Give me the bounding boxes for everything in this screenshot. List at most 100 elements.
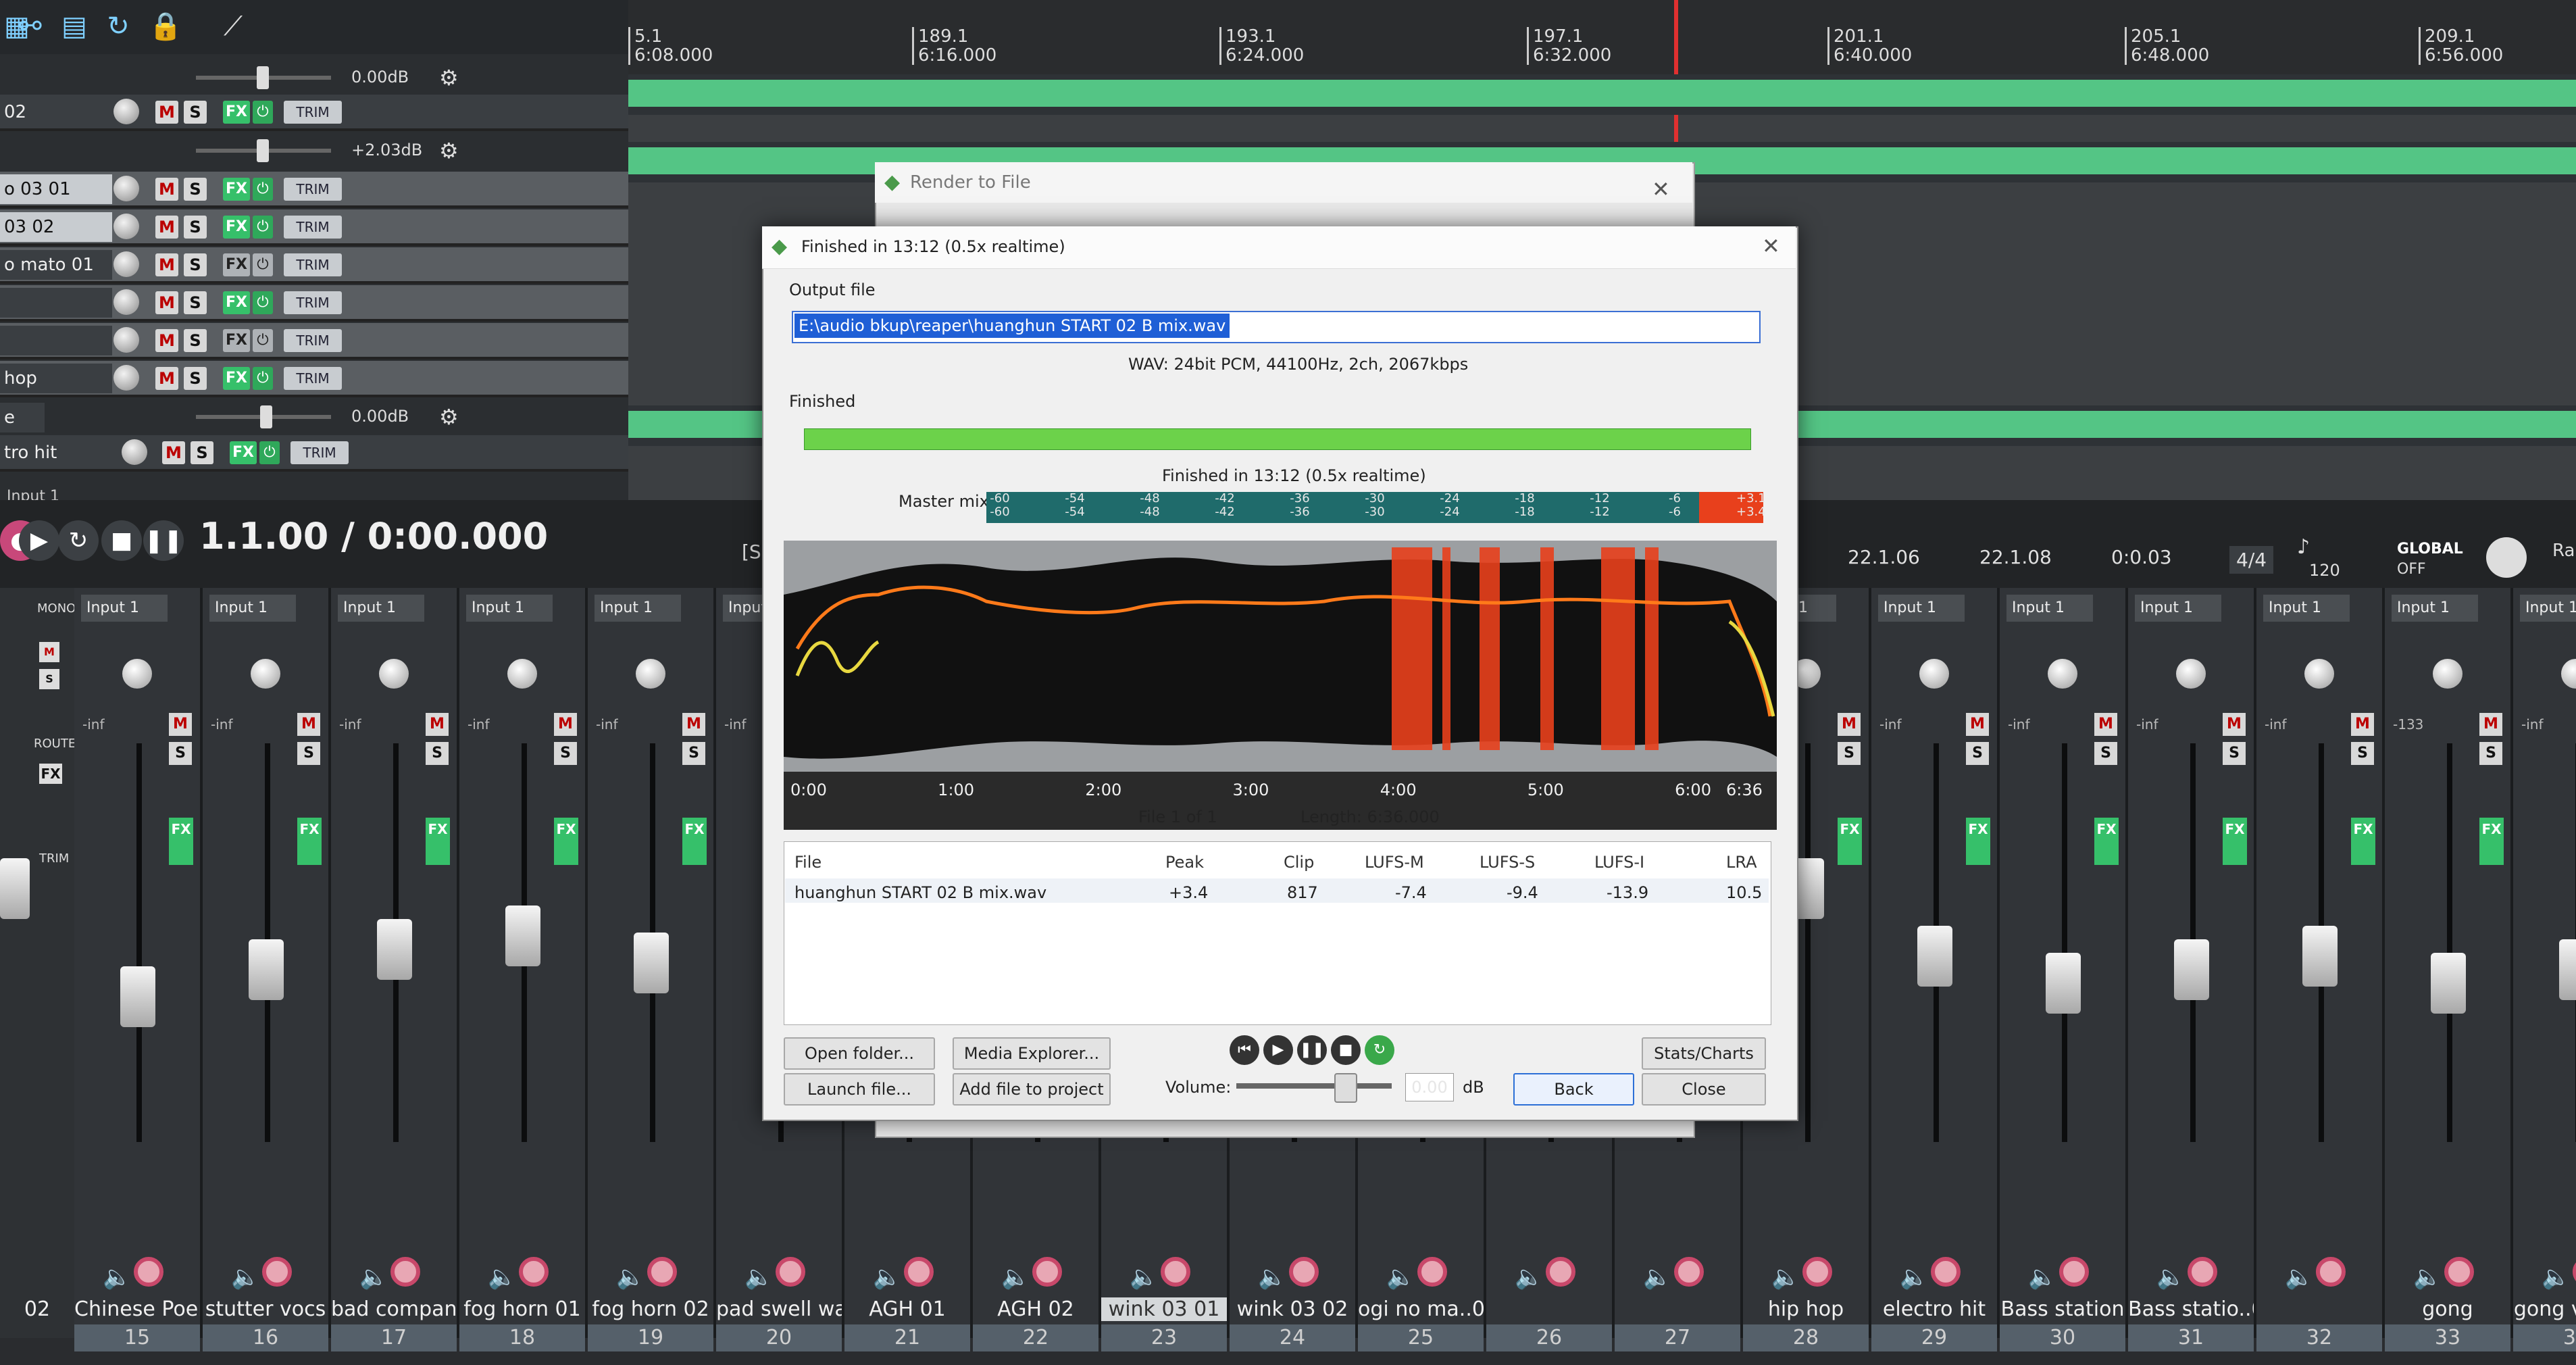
track-row[interactable]: hop M S FX ⏻ TRIM (0, 361, 628, 397)
input-selector[interactable]: Input 1 (595, 595, 681, 622)
mute-button[interactable]: M (155, 367, 178, 390)
record-arm-button[interactable] (519, 1257, 549, 1287)
solo-button[interactable]: S (191, 441, 213, 464)
play-icon[interactable]: ▶ (19, 520, 59, 561)
media-item[interactable] (628, 80, 2576, 107)
record-arm-button[interactable] (390, 1257, 420, 1287)
solo-button[interactable]: S (184, 216, 207, 239)
mute-button[interactable]: M (2479, 713, 2502, 736)
fx-button[interactable]: FX (682, 818, 707, 865)
speaker-icon[interactable]: 🔈 (359, 1264, 388, 1291)
fx-button[interactable]: FX (169, 818, 193, 865)
record-arm-button[interactable] (2188, 1257, 2217, 1287)
fx-bypass-icon[interactable]: ⏻ (253, 101, 273, 124)
track-row[interactable]: 03 02 M S FX ⏻ TRIM (0, 209, 628, 246)
mute-button[interactable]: M (426, 713, 449, 736)
volume-slider[interactable] (196, 139, 331, 162)
trim-button[interactable]: TRIM (284, 216, 342, 239)
track-name[interactable]: bad company (331, 1297, 457, 1321)
input-selector[interactable]: Input 1 (209, 595, 296, 622)
trim-button[interactable]: TRIM (284, 291, 342, 314)
fx-button[interactable]: FX (230, 441, 257, 464)
solo-button[interactable]: S (184, 367, 207, 390)
mixer-strip[interactable]: 02 (0, 588, 74, 1338)
speaker-icon[interactable]: 🔈 (1643, 1264, 1671, 1291)
fx-button[interactable]: FX (297, 818, 322, 865)
volume-fader[interactable] (2559, 939, 2576, 1000)
pan-knob[interactable] (2304, 659, 2334, 689)
track-name[interactable]: fog horn 02 (588, 1297, 713, 1321)
track-name[interactable]: pad swell wa (716, 1297, 842, 1321)
record-arm-button[interactable] (2444, 1257, 2474, 1287)
solo-button[interactable]: S (426, 742, 449, 765)
speaker-icon[interactable]: 🔈 (873, 1264, 901, 1291)
fx-button[interactable]: FX (1966, 818, 1990, 865)
skip-back-icon[interactable]: ⏮ (1230, 1035, 1259, 1065)
trim-button[interactable]: TRIM (291, 441, 349, 464)
record-arm-button[interactable] (134, 1257, 163, 1287)
speaker-icon[interactable]: 🔈 (616, 1264, 645, 1291)
track-row[interactable]: o mato 01 M S FX ⏻ TRIM (0, 247, 628, 284)
record-arm-button[interactable] (1674, 1257, 1704, 1287)
speaker-icon[interactable]: 🔈 (1771, 1264, 1800, 1291)
trim-button[interactable]: TRIM (284, 178, 342, 201)
track-name[interactable]: AGH 01 (844, 1297, 970, 1321)
mute-button[interactable]: M (1966, 713, 1989, 736)
input-selector[interactable]: Input 1 (2520, 595, 2576, 622)
mixer-strip[interactable]: Input 1-infMSFX🔈34gong vulkan (2513, 588, 2576, 1351)
trim-button[interactable]: TRIM (284, 101, 342, 124)
record-arm-button[interactable] (1931, 1257, 1961, 1287)
metronome-icon[interactable]: ♪ (2297, 535, 2310, 559)
pan-knob[interactable] (507, 659, 537, 689)
track-name[interactable] (0, 326, 112, 355)
mixer-strip[interactable]: Input 1 -inf M S FX 🔈 15 Chinese Poer (74, 588, 203, 1351)
stop-icon[interactable]: ■ (1331, 1035, 1361, 1065)
repeat-icon[interactable]: ↻ (1365, 1035, 1394, 1065)
solo-button[interactable]: S (169, 742, 192, 765)
pan-knob[interactable] (2176, 659, 2206, 689)
mute-button[interactable]: M (155, 291, 178, 314)
mixer-strip[interactable]: Input 1 -inf M S FX 🔈 19 fog horn 02 (588, 588, 716, 1351)
pause-icon[interactable]: ❚❚ (143, 520, 184, 561)
solo-button[interactable]: S (2351, 742, 2374, 765)
pan-knob[interactable] (2048, 659, 2077, 689)
mute-button[interactable]: M (155, 101, 178, 124)
tempo-bpm[interactable]: 120 (2309, 561, 2340, 580)
volume-fader[interactable] (120, 966, 155, 1027)
volume-slider[interactable] (1236, 1083, 1392, 1089)
solo-button[interactable]: S (2479, 742, 2502, 765)
solo-button[interactable]: S (184, 291, 207, 314)
pause-icon[interactable]: ❚❚ (1297, 1035, 1327, 1065)
solo-button[interactable]: S (554, 742, 577, 765)
close-button[interactable]: Close (1642, 1073, 1766, 1106)
speaker-icon[interactable]: 🔈 (2542, 1264, 2570, 1291)
volume-slider-thumb[interactable] (1334, 1073, 1357, 1103)
fx-bypass-icon[interactable]: ⏻ (259, 441, 280, 464)
record-arm-button[interactable] (776, 1257, 805, 1287)
fx-button[interactable]: FX (2351, 818, 2375, 865)
track-name[interactable]: electro hit (1871, 1297, 1997, 1321)
timeline-ruler[interactable]: 5.1 6:08.000 189.1 6:16.000 193.1 6:24.000 … (628, 0, 2576, 81)
time-display[interactable]: 1.1.00 / 0:00.000 (199, 515, 548, 557)
track-row[interactable]: M S FX ⏻ TRIM (0, 285, 628, 322)
mute-button[interactable]: M (2094, 713, 2117, 736)
solo-button[interactable]: S (184, 178, 207, 201)
solo-button[interactable]: S (184, 101, 207, 124)
solo-button[interactable]: S (184, 329, 207, 352)
speaker-icon[interactable]: 🔈 (2028, 1264, 2056, 1291)
solo-button[interactable]: S (682, 742, 705, 765)
fx-button[interactable]: FX (426, 818, 450, 865)
stats-charts-button[interactable]: Stats/Charts (1642, 1037, 1766, 1070)
time-signature[interactable]: 4/4 (2229, 546, 2274, 574)
stop-icon[interactable]: ■ (101, 520, 142, 561)
mixer-strip[interactable]: Input 1 -inf M S FX 🔈 16 stutter vocs (203, 588, 331, 1351)
solo-button[interactable]: S (297, 742, 320, 765)
fx-button[interactable]: FX (223, 101, 250, 124)
pan-knob[interactable] (113, 251, 139, 277)
solo-button[interactable]: S (1966, 742, 1989, 765)
close-icon[interactable]: ✕ (1762, 233, 1780, 259)
volume-fader[interactable] (2174, 939, 2209, 1000)
media-explorer-button[interactable]: Media Explorer... (953, 1037, 1111, 1070)
global-label[interactable]: GLOBAL (2397, 541, 2463, 557)
track-name[interactable]: wink 03 02 (1230, 1297, 1355, 1321)
